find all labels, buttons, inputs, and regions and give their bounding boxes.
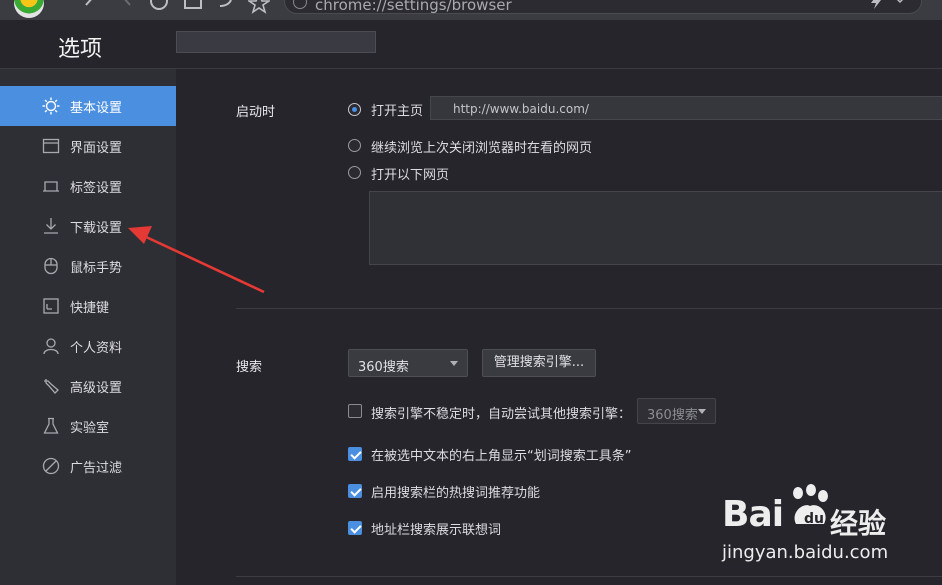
- startup-homepage-label[interactable]: 打开主页: [371, 100, 423, 119]
- sidebar-item-label: 实验室: [70, 421, 110, 436]
- sidebar-item-shortcuts[interactable]: 快捷键: [0, 286, 176, 326]
- sidebar-item-adblock[interactable]: 广告过滤: [0, 446, 176, 486]
- sidebar-item-mouse-gesture[interactable]: 鼠标手势: [0, 246, 176, 286]
- gear-icon: [42, 97, 60, 115]
- browser-toolbar: chrome://settings/browser: [0, 0, 942, 20]
- address-bar[interactable]: chrome://settings/browser: [284, 0, 922, 14]
- homepage-url-field[interactable]: http://www.baidu.com/: [430, 96, 942, 120]
- block-icon: [42, 457, 60, 475]
- sidebar-item-label: 标签设置: [70, 181, 123, 196]
- sidebar-item-label: 广告过滤: [70, 461, 123, 476]
- startup-open-pages-label[interactable]: 打开以下网页: [371, 164, 449, 183]
- startup-section-label: 启动时: [236, 105, 276, 120]
- sidebar-item-download[interactable]: 下载设置: [0, 206, 176, 246]
- startup-homepage-radio[interactable]: [348, 103, 361, 116]
- fallback-engine-select[interactable]: 360搜索: [637, 398, 716, 424]
- startup-continue-label[interactable]: 继续浏览上次关闭浏览器时在看的网页: [371, 137, 592, 156]
- settings-search-input[interactable]: [176, 31, 376, 53]
- fallback-engine-value: 360搜索: [647, 408, 698, 423]
- star-icon[interactable]: [248, 0, 270, 16]
- sidebar-item-label: 快捷键: [70, 301, 110, 316]
- selection-toolbar-checkbox[interactable]: [348, 447, 362, 461]
- watermark-brand: Bai: [722, 494, 784, 535]
- search-engine-select[interactable]: 360搜索: [348, 349, 468, 377]
- fallback-engine-checkbox[interactable]: [348, 404, 362, 418]
- address-bar-url: chrome://settings/browser: [315, 0, 512, 14]
- site-info-icon[interactable]: [293, 0, 307, 9]
- sidebar-item-lab[interactable]: 实验室: [0, 406, 176, 446]
- sidebar: 基本设置 界面设置 标签设置 下载设置 鼠标手势 快捷键 个人资料 高级设置 实…: [0, 69, 176, 585]
- baidu-jingyan-watermark: Bai du 经验 jingyan.baidu.com: [722, 480, 922, 580]
- page-header: 选项: [0, 20, 942, 69]
- sidebar-item-label: 界面设置: [70, 141, 123, 156]
- address-suggest-checkbox[interactable]: [348, 521, 362, 535]
- sidebar-item-label: 个人资料: [70, 341, 123, 356]
- browser-logo-icon[interactable]: [14, 0, 44, 18]
- manage-search-engines-button[interactable]: 管理搜索引擎...: [482, 349, 596, 377]
- startup-pages-list[interactable]: [369, 191, 942, 265]
- forward-icon[interactable]: [116, 0, 136, 16]
- hot-search-checkbox[interactable]: [348, 484, 362, 498]
- sidebar-item-basic[interactable]: 基本设置: [0, 86, 176, 126]
- wrench-icon: [44, 379, 59, 394]
- homepage-url-value: http://www.baidu.com/: [453, 102, 589, 116]
- startup-continue-radio[interactable]: [348, 139, 361, 152]
- lightning-icon[interactable]: [869, 0, 883, 9]
- sidebar-item-advanced[interactable]: 高级设置: [0, 366, 176, 406]
- sidebar-item-label: 下载设置: [70, 221, 123, 236]
- sidebar-item-tabs[interactable]: 标签设置: [0, 166, 176, 206]
- paw-icon: du: [793, 484, 828, 527]
- window-icon: [42, 138, 60, 154]
- watermark-brand-cn: 经验: [830, 507, 887, 540]
- tab-icon: [43, 181, 59, 192]
- back-icon[interactable]: [80, 0, 100, 16]
- flask-icon: [43, 417, 59, 434]
- search-section-label: 搜索: [236, 360, 263, 375]
- sidebar-item-label: 鼠标手势: [70, 261, 123, 276]
- address-suggest-label: 地址栏搜索展示联想词: [371, 523, 502, 538]
- sidebar-item-label: 高级设置: [70, 381, 123, 396]
- selection-toolbar-label: 在被选中文本的右上角显示“划词搜索工具条”: [371, 449, 632, 464]
- undo-icon[interactable]: [216, 0, 238, 16]
- section-divider: [236, 308, 942, 309]
- fallback-engine-label: 搜索引擎不稳定时，自动尝试其他搜索引擎：: [371, 407, 632, 422]
- watermark-url: jingyan.baidu.com: [722, 542, 889, 563]
- page-title: 选项: [58, 37, 103, 62]
- sidebar-item-interface[interactable]: 界面设置: [0, 126, 176, 166]
- mouse-icon: [44, 257, 58, 275]
- chevron-down-icon: [450, 361, 458, 366]
- chevron-down-icon[interactable]: [895, 0, 905, 5]
- home-icon[interactable]: [182, 0, 204, 16]
- user-icon: [43, 338, 59, 355]
- sidebar-item-profile[interactable]: 个人资料: [0, 326, 176, 366]
- startup-open-pages-radio[interactable]: [348, 166, 361, 179]
- download-icon: [44, 218, 58, 234]
- search-engine-value: 360搜索: [358, 360, 409, 375]
- keyboard-icon: [43, 298, 59, 314]
- chevron-down-icon: [698, 409, 706, 414]
- sidebar-item-label: 基本设置: [70, 101, 123, 116]
- refresh-icon[interactable]: [148, 0, 170, 16]
- svg-text:du: du: [804, 511, 824, 527]
- hot-search-label: 启用搜索栏的热搜词推荐功能: [371, 486, 541, 501]
